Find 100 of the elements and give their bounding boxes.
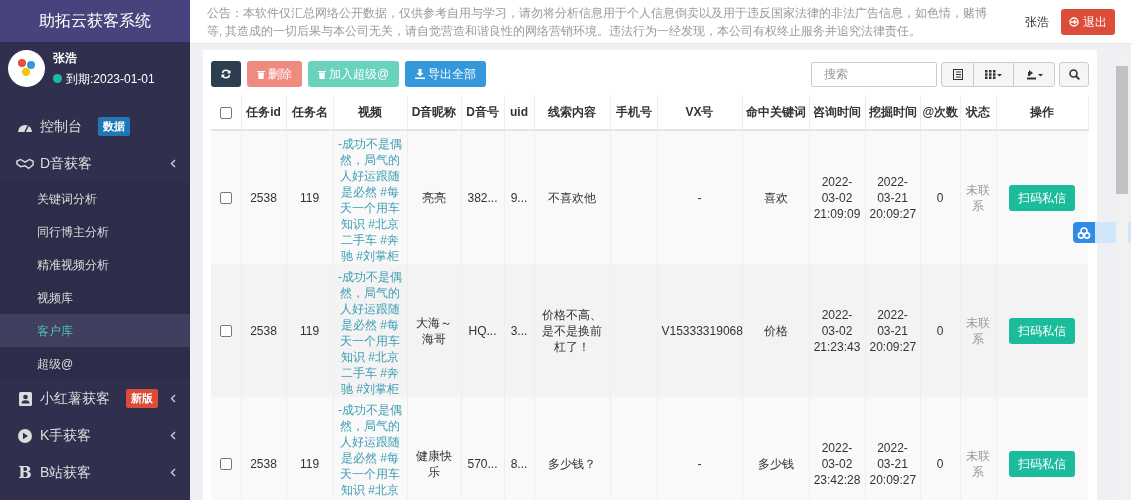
- table-cell: 3...: [510, 323, 528, 338]
- table-cell: 价格: [763, 323, 788, 338]
- column-header: 任务id: [246, 105, 281, 119]
- table-cell: 9...: [510, 190, 528, 205]
- table-cell: 2538: [250, 456, 277, 471]
- export-button[interactable]: 导出全部: [405, 61, 487, 87]
- table-cell: -: [697, 190, 702, 205]
- checkbox[interactable]: [219, 106, 232, 119]
- checkbox[interactable]: [219, 458, 232, 471]
- sidebar-item[interactable]: D音获客: [0, 145, 190, 182]
- badge: 新版: [126, 389, 158, 408]
- chevron-icon: [170, 431, 176, 440]
- table-cell: 未联系: [966, 315, 990, 346]
- column-header: 操作: [1030, 105, 1054, 119]
- column-header: uid: [510, 105, 528, 119]
- video-link[interactable]: -成功不是偶然，局气的人好运跟随是必然 #每天一个用车知识 #北京二手车 #奔驰 #刘掌柜: [337, 269, 403, 397]
- column-header: 咨询时间: [813, 105, 861, 119]
- column-header: 任务名: [291, 105, 328, 119]
- table-cell: 2022-03-21 20:09:27: [869, 307, 917, 354]
- table-cell: 2022-03-02 21:09:09: [813, 174, 861, 221]
- table-cell: 2538: [250, 323, 277, 338]
- sidebar-subitem[interactable]: 客户库: [0, 314, 190, 347]
- download-icon: [415, 69, 426, 79]
- chevron-icon: [170, 159, 176, 168]
- cloud-icon: [1077, 226, 1091, 239]
- table-cell: 0: [936, 190, 944, 205]
- table-cell: 0: [936, 456, 944, 471]
- table-cell: 多少钱: [757, 456, 794, 471]
- sidebar-subitem[interactable]: 精准视频分析: [0, 248, 190, 281]
- table-cell: 570...: [467, 456, 498, 471]
- column-header: 命中关键词: [745, 105, 806, 119]
- sidebar-item[interactable]: 小红薯获客 新版: [0, 380, 190, 417]
- table-cell: 大海～海哥: [416, 315, 452, 346]
- app-title: 助拓云获客系统: [39, 11, 151, 31]
- table-cell: 亮亮: [422, 190, 446, 205]
- table-cell: 不喜欢他: [548, 190, 596, 205]
- table-cell: 未联系: [966, 182, 990, 213]
- table-cell: 喜欢: [763, 190, 788, 205]
- column-header: D音号: [466, 105, 499, 119]
- sidebar-subitem[interactable]: 视频库: [0, 281, 190, 314]
- refresh-button[interactable]: [211, 61, 241, 87]
- column-header: D音昵称: [411, 105, 457, 119]
- notice-text: 公告：本软件仅汇总网络公开数据，仅供参考自用与学习，请勿将分析信息用于个人信息倒卖以及用于违反国家法律的非法广告信息，如色情，赌博等, 其造成的一切后果与本公司无关，请自觉营造和谐良性的网络营销环境。违法行为一经发现，本公司有权终止服务并追究法律责任。: [207, 5, 987, 39]
- handshake-icon: [16, 157, 34, 170]
- column-header: @次数: [922, 105, 959, 119]
- play-icon: [18, 428, 32, 443]
- user-name: 张浩: [1025, 13, 1049, 31]
- grid-caret-icon: [985, 69, 1002, 79]
- table-cell: 多少钱？: [548, 456, 596, 471]
- sidebar-item[interactable]: 控制台 数据: [0, 108, 190, 145]
- table-cell: HQ...: [468, 323, 497, 338]
- list-icon: [952, 68, 963, 80]
- table-cell: 0: [936, 323, 944, 338]
- sign-out-icon: [1069, 16, 1079, 27]
- table-cell: 2022-03-21 20:09:27: [869, 440, 917, 487]
- expiry-date: 到期:2023-01-01: [66, 70, 155, 88]
- trash-icon: [318, 69, 326, 79]
- column-header: 挖掘时间: [868, 105, 917, 119]
- table-cell: 119: [299, 190, 320, 205]
- sidebar-subitem[interactable]: 同行博主分析: [0, 215, 190, 248]
- badge: 数据: [98, 117, 130, 136]
- sidebar-item[interactable]: K手获客: [0, 417, 190, 454]
- video-link[interactable]: -成功不是偶然，局气的人好运跟随是必然 #每天一个用车知识 #北京二手车 #奔驰 #刘掌柜: [337, 136, 403, 264]
- column-header: 视频: [358, 105, 382, 119]
- video-link[interactable]: -成功不是偶然，局气的人好运跟随是必然 #每天一个用车知识 #北京: [337, 402, 403, 498]
- table-cell: 8...: [510, 456, 528, 471]
- column-header: VX号: [685, 105, 714, 119]
- table-cell: 382...: [467, 190, 498, 205]
- table-cell: 119: [299, 323, 320, 338]
- table-cell: 健康快乐: [416, 448, 452, 479]
- search-button[interactable]: [1059, 61, 1089, 87]
- chevron-icon: [170, 394, 176, 403]
- chevron-icon: [170, 468, 176, 477]
- sidebar-subitem[interactable]: 超级@: [0, 347, 190, 380]
- table-cell: 未联系: [966, 448, 990, 479]
- checkbox[interactable]: [219, 325, 232, 338]
- table-cell: 2022-03-02 23:42:28: [813, 440, 861, 487]
- table-cell: 2022-03-02 21:23:43: [813, 307, 861, 354]
- export-caret-icon: [1025, 68, 1043, 80]
- column-header: 手机号: [615, 105, 652, 119]
- contact-book-icon: [18, 391, 32, 406]
- search-field[interactable]: 搜索: [811, 61, 937, 87]
- sidebar-subitem[interactable]: 关键词分析: [0, 182, 190, 215]
- refresh-icon: [221, 69, 231, 79]
- trash-icon: [257, 69, 265, 79]
- column-header: 状态: [966, 105, 990, 119]
- logout-button[interactable]: 退出: [1061, 8, 1115, 35]
- letter-icon: B: [18, 460, 32, 485]
- sidebar-item[interactable]: B B站获客: [0, 454, 190, 491]
- table-cell: 价格不高、是不是换前杠了！: [542, 307, 602, 354]
- table-cell: 2022-03-21 20:09:27: [869, 174, 917, 221]
- table-cell: 2538: [250, 190, 277, 205]
- logo-icon: [15, 57, 38, 79]
- user-name: 张浩: [53, 49, 78, 67]
- checkbox[interactable]: [219, 192, 232, 205]
- table-cell: V15333319068: [661, 323, 743, 338]
- table-cell: 119: [299, 456, 320, 471]
- column-header: 线索内容: [548, 105, 596, 119]
- search-icon: [1068, 68, 1080, 80]
- table-cell: -: [697, 456, 702, 471]
